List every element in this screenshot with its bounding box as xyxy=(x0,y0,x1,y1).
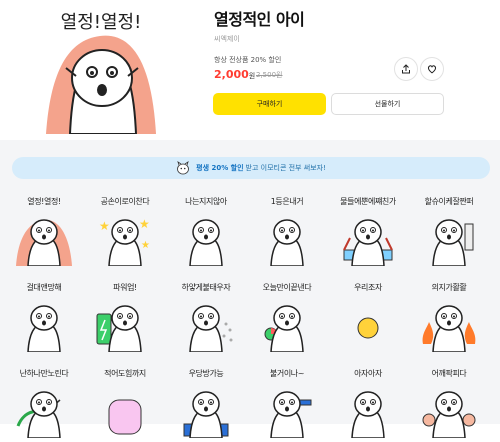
sticker-item[interactable]: 걸대앤망해 xyxy=(8,282,80,356)
sticker-caption: 난하나만노린다 xyxy=(19,369,69,378)
sticker-caption: 의지가활활 xyxy=(431,283,467,292)
sticker-item[interactable]: 적어도힘까지 xyxy=(89,368,161,442)
sticker-image xyxy=(357,317,379,339)
author-name[interactable]: 씨엑제이 xyxy=(214,34,240,44)
sticker-caption: 우리조자 xyxy=(354,283,382,292)
sticker-image xyxy=(270,219,304,266)
sticker-item[interactable]: 불거이나~ xyxy=(251,368,323,442)
sticker-image: ★ ★ ★ xyxy=(99,217,150,266)
sticker-image xyxy=(422,391,476,438)
sticker-item[interactable]: 나는지지않아 xyxy=(170,196,242,270)
sticker-item[interactable]: 어깨팍피다 xyxy=(413,368,485,442)
sticker-image xyxy=(189,219,223,266)
svg-text:★: ★ xyxy=(99,219,110,233)
banner-text: 받고 이모티콘 전부 써보자! xyxy=(245,164,326,172)
sticker-image xyxy=(351,391,385,438)
sticker-image xyxy=(183,391,229,438)
sticker-caption: 불거이나~ xyxy=(269,369,305,378)
sticker-caption: 어깨팍피다 xyxy=(431,369,467,378)
share-button[interactable] xyxy=(394,57,418,81)
banner-highlight: 평생 20% 할인 xyxy=(196,164,244,172)
promo-banner[interactable]: 평생 20% 할인 받고 이모티콘 전부 써보자! xyxy=(12,157,490,179)
sticker-item[interactable]: 의지가활활 xyxy=(413,282,485,356)
sale-price: 2,000원 xyxy=(214,68,255,81)
sticker-caption: 파워업! xyxy=(113,283,137,292)
sticker-image xyxy=(432,219,474,266)
buy-button[interactable]: 구매하기 xyxy=(213,93,326,115)
sticker-item[interactable]: 아자아자 xyxy=(332,368,404,442)
sticker-caption: 1등은내거 xyxy=(270,197,304,206)
gift-button[interactable]: 선물하기 xyxy=(331,93,444,115)
sticker-caption: 아자아자 xyxy=(354,369,382,378)
sticker-image xyxy=(16,391,61,438)
sticker-image xyxy=(422,305,476,352)
share-icon xyxy=(402,64,410,74)
original-price: 2,500원 xyxy=(256,71,283,79)
sticker-item[interactable]: 하얗게불태우자 xyxy=(170,282,242,356)
sticker-image xyxy=(96,305,142,352)
sticker-caption: 나는지지않아 xyxy=(185,197,227,206)
sticker-item[interactable]: 오늘만이끝낸다 xyxy=(251,282,323,356)
sticker-caption: 오늘만이끝낸다 xyxy=(262,283,312,292)
sticker-caption: 적어도힘까지 xyxy=(104,369,146,378)
sticker-image xyxy=(270,391,312,438)
sticker-item[interactable]: 파워업! xyxy=(89,282,161,356)
thumbnail-text: 열정!열정! xyxy=(61,12,142,33)
sticker-caption: 물들에뿐에쨰친가 xyxy=(340,197,396,206)
sticker-item[interactable]: 할슈이케잘쨘퍼 xyxy=(413,196,485,270)
sticker-caption: 하얗게불태우자 xyxy=(181,283,231,292)
sticker-caption: 공손이로이찬다 xyxy=(100,197,150,206)
sticker-caption: 걸대앤망해 xyxy=(26,283,62,292)
svg-text:★: ★ xyxy=(141,240,150,251)
promo-text: 항상 전상품 20% 할인 xyxy=(214,56,282,64)
svg-text:★: ★ xyxy=(139,217,150,231)
sticker-item[interactable]: 물들에뿐에쨰친가 xyxy=(332,196,404,270)
currency-label: 원 xyxy=(248,72,256,80)
sticker-image xyxy=(108,399,142,435)
sticker-item[interactable]: 우당방가능 xyxy=(170,368,242,442)
sticker-item[interactable]: 열정!열정! xyxy=(8,196,80,270)
like-button[interactable] xyxy=(420,57,444,81)
sticker-caption: 우당방가능 xyxy=(188,369,224,378)
sticker-image xyxy=(27,305,61,352)
sticker-item[interactable]: 1등은내거 xyxy=(251,196,323,270)
sticker-item[interactable]: 우리조자 xyxy=(332,282,404,356)
product-title: 열정적인 아이 xyxy=(214,10,305,29)
heart-icon xyxy=(427,65,437,74)
sticker-caption: 열정!열정! xyxy=(27,197,61,206)
sticker-image xyxy=(264,305,304,352)
sticker-caption: 할슈이케잘쨘퍼 xyxy=(424,197,474,206)
sticker-item[interactable]: 난하나만노린다 xyxy=(8,368,80,442)
sticker-image xyxy=(343,219,393,266)
sticker-image xyxy=(16,219,72,266)
sale-price-value: 2,000 xyxy=(214,68,249,81)
mascot-icon xyxy=(177,161,190,175)
sticker-item[interactable]: 공손이로이찬다 ★ ★ ★ xyxy=(89,196,161,270)
emoticon-thumbnail: 열정!열정! xyxy=(46,12,156,134)
sticker-image xyxy=(189,305,233,352)
